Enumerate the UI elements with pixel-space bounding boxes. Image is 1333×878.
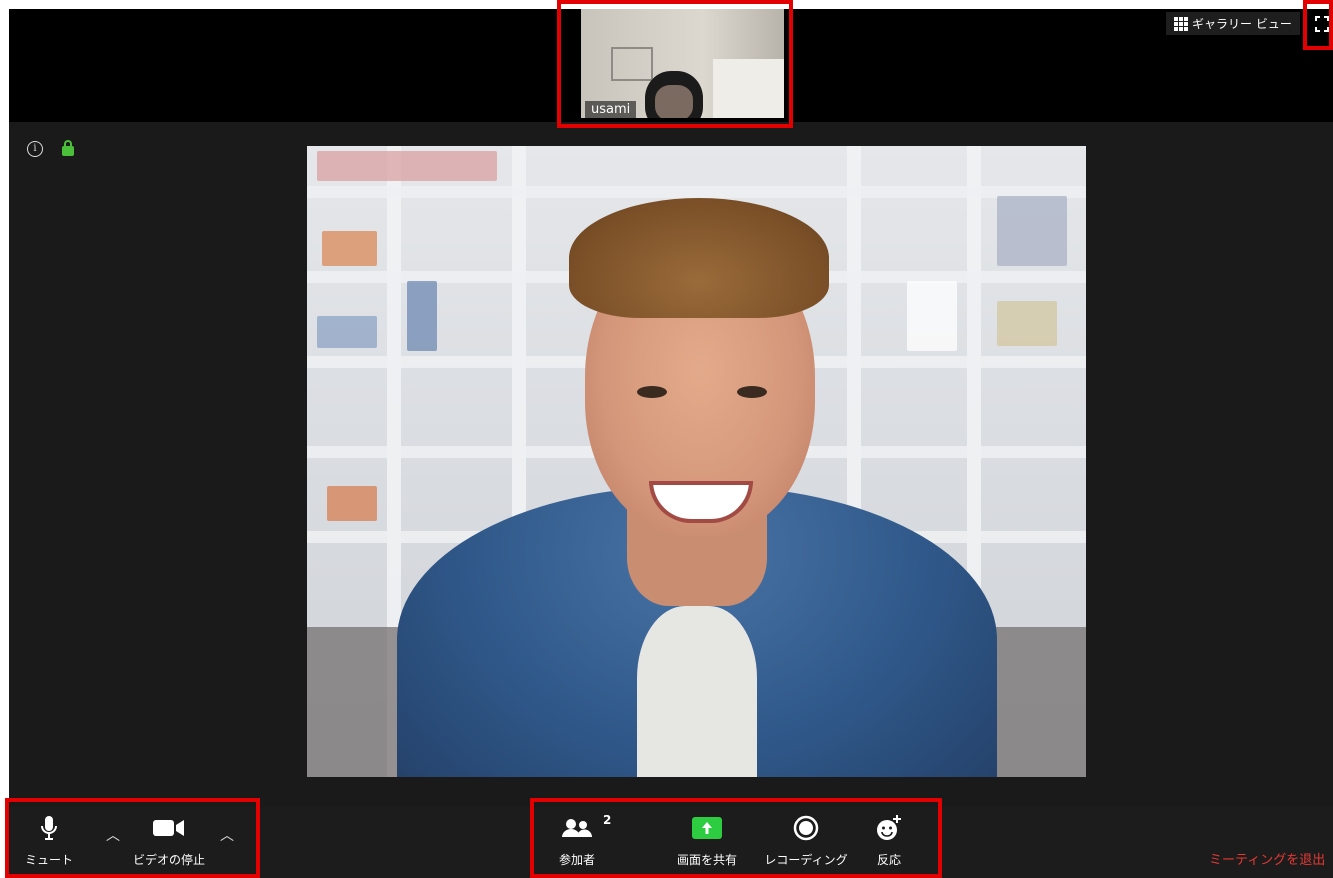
book (997, 301, 1057, 346)
record-icon (793, 815, 819, 841)
leave-meeting-button[interactable]: ミーティングを退出 (1209, 849, 1325, 868)
meeting-toolbar: ミュート ︿ ビデオの停止 ︿ 2 参加者 画面を共有 レコーディング 反応 ミ… (9, 807, 1333, 878)
share-screen-button[interactable]: 画面を共有 (667, 807, 747, 878)
self-view-thumbnail[interactable]: usami (581, 9, 784, 118)
record-label: レコーディング (764, 853, 848, 867)
participants-icon (562, 819, 592, 837)
participant-face (655, 85, 693, 118)
shelf-board (307, 186, 1086, 198)
reactions-button[interactable]: 反応 (869, 807, 909, 878)
audio-options-chevron-icon[interactable]: ︿ (106, 825, 120, 845)
participants-count: 2 (603, 813, 612, 827)
grid-icon (1174, 16, 1188, 31)
video-camera-icon (153, 820, 184, 836)
ceiling-vent (611, 47, 653, 81)
lock-icon[interactable] (62, 140, 74, 156)
zoom-meeting-window: usami ギャラリー ビュー i ミュート ︿ ビデオの停止 ︿ 2 参加者 … (9, 9, 1333, 878)
participant-name: usami (585, 101, 637, 118)
microphone-icon (41, 816, 57, 840)
book (317, 316, 377, 348)
speaker-hair (569, 198, 829, 318)
speaker-eye (737, 386, 767, 398)
book (997, 196, 1067, 266)
mute-button[interactable]: ミュート (25, 807, 73, 878)
book (327, 486, 377, 521)
fullscreen-button[interactable] (1310, 10, 1333, 37)
mute-label: ミュート (25, 853, 74, 867)
book (317, 151, 497, 181)
fullscreen-icon (1314, 15, 1329, 32)
participants-button[interactable]: 2 参加者 (547, 807, 611, 878)
reactions-label: 反応 (876, 853, 901, 867)
stop-video-label: ビデオの停止 (132, 853, 205, 867)
book (407, 281, 437, 351)
active-speaker-video (307, 146, 1086, 777)
speaker-tshirt (637, 606, 757, 777)
share-screen-icon (692, 817, 722, 839)
book (907, 281, 957, 351)
stop-video-button[interactable]: ビデオの停止 (129, 807, 209, 878)
participants-label: 参加者 (558, 853, 595, 867)
reactions-icon (877, 815, 901, 840)
share-screen-label: 画面を共有 (676, 853, 737, 867)
video-options-chevron-icon[interactable]: ︿ (220, 825, 234, 845)
info-icon[interactable]: i (27, 141, 43, 157)
record-button[interactable]: レコーディング (761, 807, 851, 878)
speaker-eye (637, 386, 667, 398)
gallery-view-button[interactable]: ギャラリー ビュー (1166, 12, 1300, 35)
book (322, 231, 377, 266)
gallery-view-label: ギャラリー ビュー (1192, 17, 1292, 31)
door (713, 59, 784, 118)
